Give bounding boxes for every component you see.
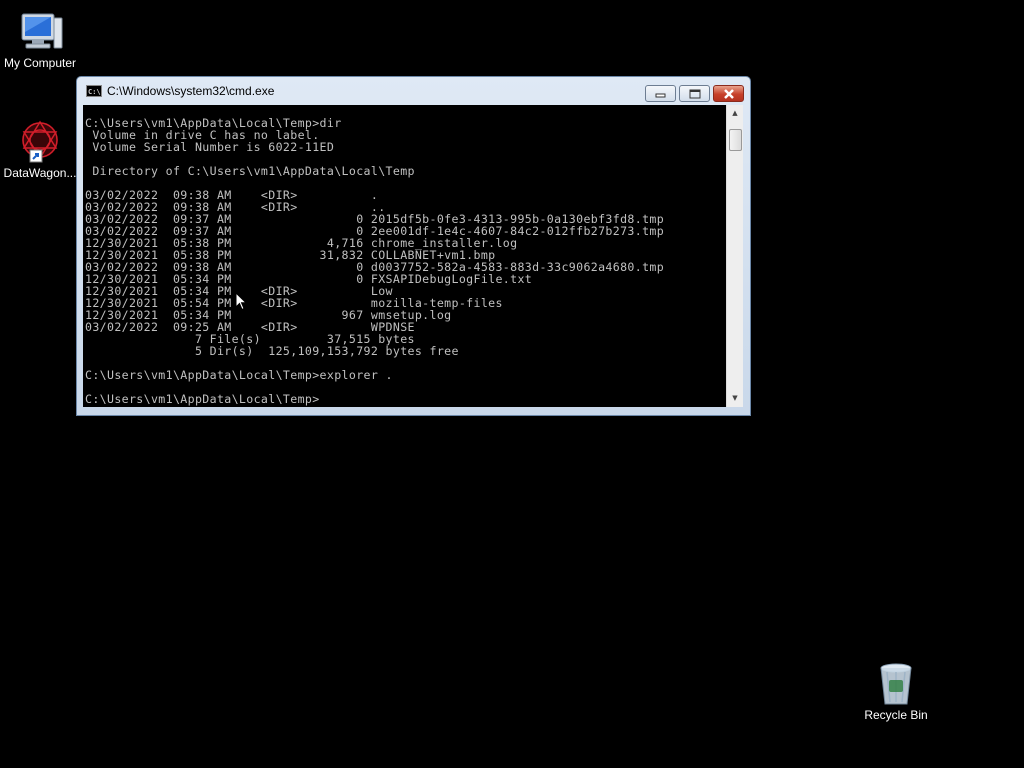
cmd-icon: C:\ [86,85,102,97]
computer-icon [21,13,63,49]
console-line: C:\Users\vm1\AppData\Local\Temp>explorer… [85,368,393,382]
minimize-icon [655,93,666,98]
minimize-button[interactable] [645,85,676,102]
close-icon [723,88,734,99]
console-text: C:\Users\vm1\AppData\Local\Temp>dir Volu… [83,105,726,405]
mouse-cursor-icon [235,292,248,311]
desktop-icon-datawagon[interactable]: DataWagon... [0,118,80,181]
close-button[interactable] [713,85,744,102]
console-line: 5 Dir(s) 125,109,153,792 bytes free [85,344,459,358]
desktop-icon-recycle-bin[interactable]: Recycle Bin [856,660,936,723]
console-line: Volume Serial Number is 6022-11ED [85,140,335,154]
scroll-up-icon[interactable]: ▲ [727,105,743,122]
scroll-thumb[interactable] [729,129,742,151]
desktop-icon-label: My Computer [3,56,77,70]
console-line: C:\Users\vm1\AppData\Local\Temp> [85,392,320,406]
desktop-icon-label: Recycle Bin [864,708,928,722]
scroll-down-icon[interactable]: ▼ [727,390,743,407]
window-title: C:\Windows\system32\cmd.exe [107,84,275,98]
desktop-icon-label: DataWagon... [3,166,77,180]
datawagon-shortcut-icon [22,120,58,163]
maximize-button[interactable] [679,85,710,102]
maximize-icon [689,89,700,98]
recycle-bin-icon [880,663,912,705]
cmd-window[interactable]: C:\ C:\Windows\system32\cmd.exe C:\Users… [76,76,751,416]
desktop-icon-my-computer[interactable]: My Computer [0,8,80,71]
console-line: Directory of C:\Users\vm1\AppData\Local\… [85,164,415,178]
console-output[interactable]: C:\Users\vm1\AppData\Local\Temp>dir Volu… [83,105,726,407]
vertical-scrollbar[interactable]: ▲ ▼ [726,105,743,407]
